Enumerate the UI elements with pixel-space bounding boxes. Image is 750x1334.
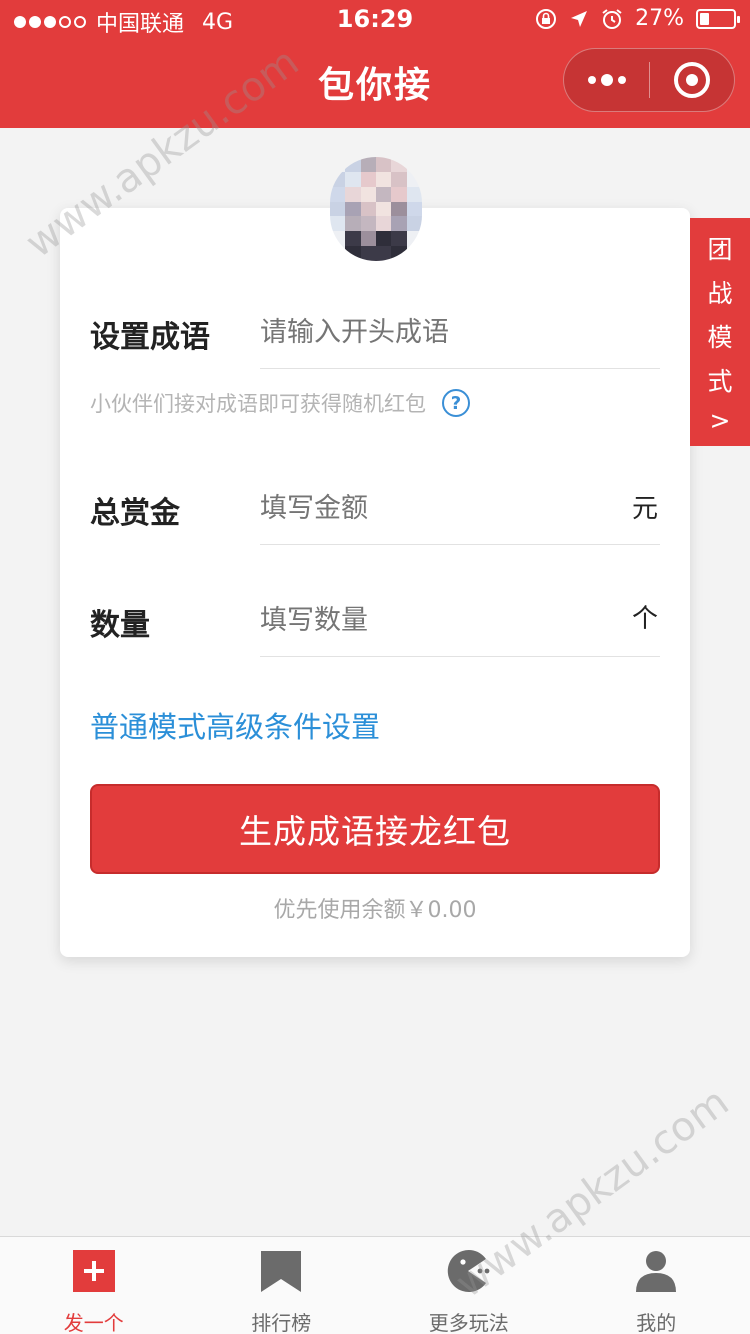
battery-fill [700, 12, 709, 25]
tab-ranking[interactable]: 排行榜 [188, 1237, 376, 1334]
avatar-pixel [360, 201, 376, 217]
tab-profile[interactable]: 我的 [563, 1237, 750, 1334]
count-input[interactable] [260, 600, 600, 640]
team-battle-mode-tab[interactable]: 团战模式 > [690, 218, 750, 446]
location-arrow-icon [571, 10, 588, 27]
mini-program-capsule [563, 48, 735, 112]
avatar-pixel [391, 186, 407, 202]
avatar-pixel [375, 231, 392, 247]
bottom-tab-bar: 发一个 排行榜 更多玩法 我的 [0, 1236, 750, 1334]
avatar-pixel [330, 171, 346, 187]
avatar-pixel [345, 171, 361, 187]
avatar-pixel [406, 201, 422, 217]
user-profile-icon [633, 1249, 679, 1293]
avatar-pixel [330, 201, 346, 217]
help-icon[interactable]: ? [442, 389, 470, 417]
red-packet-form-card: 设置成语 小伙伴们接对成语即可获得随机红包 ? 总赏金 元 数量 个 普通模式高… [60, 208, 690, 957]
generate-red-packet-button[interactable]: 生成成语接龙红包 [90, 784, 660, 874]
advanced-settings-link[interactable]: 普通模式高级条件设置 [90, 704, 380, 746]
avatar-pixel [345, 231, 361, 247]
amount-underline [260, 544, 660, 545]
idiom-hint: 小伙伴们接对成语即可获得随机红包 ? [90, 388, 470, 418]
header: 中国联通 4G 16:29 27% 包你接 [0, 0, 750, 128]
idiom-underline [260, 368, 660, 369]
battery-icon [696, 8, 740, 29]
avatar-pixel [406, 216, 422, 232]
side-tab-char: 模 [707, 322, 733, 352]
avatar-pixel [375, 171, 392, 187]
avatar-pixel [360, 157, 376, 172]
tab-label: 我的 [636, 1311, 677, 1334]
tab-label: 发一个 [63, 1311, 124, 1334]
tab-label: 排行榜 [251, 1311, 312, 1334]
idiom-label: 设置成语 [90, 320, 210, 355]
side-tab-char: > [709, 405, 731, 435]
avatar-pixel [406, 157, 422, 172]
pacman-game-icon [446, 1249, 492, 1293]
count-underline [260, 656, 660, 657]
count-unit: 个 [631, 604, 658, 634]
amount-label: 总赏金 [90, 496, 180, 531]
avatar-pixel [330, 216, 346, 232]
avatar-pixel [330, 157, 346, 172]
idiom-input[interactable] [260, 312, 660, 352]
side-tab-char: 团 [707, 234, 733, 264]
avatar-pixel [360, 186, 376, 202]
count-label: 数量 [90, 608, 150, 643]
avatar-pixel [375, 246, 392, 261]
avatar-pixel [345, 201, 361, 217]
bookmark-icon [258, 1249, 304, 1293]
tab-more-games[interactable]: 更多玩法 [375, 1237, 563, 1334]
tab-send[interactable]: 发一个 [0, 1237, 188, 1334]
avatar [330, 157, 422, 261]
tab-label: 更多玩法 [428, 1311, 509, 1334]
avatar-pixel [360, 246, 376, 261]
avatar-pixel [406, 171, 422, 187]
side-tab-char: 式 [707, 366, 733, 396]
avatar-pixel [375, 157, 392, 172]
avatar-pixel [345, 216, 361, 232]
avatar-pixel [391, 231, 407, 247]
avatar-pixel [360, 231, 376, 247]
avatar-pixel [391, 216, 407, 232]
amount-unit: 元 [631, 494, 658, 524]
idiom-hint-text: 小伙伴们接对成语即可获得随机红包 [90, 392, 426, 416]
balance-text: 优先使用余额￥0.00 [273, 898, 477, 923]
avatar-pixel [406, 186, 422, 202]
battery-percent: 27% [635, 6, 684, 31]
avatar-pixel [375, 186, 392, 202]
avatar-pixel [391, 201, 407, 217]
target-close-icon[interactable] [650, 48, 734, 112]
avatar-pixel [345, 157, 361, 172]
avatar-pixel [360, 171, 376, 187]
avatar-pixel [391, 171, 407, 187]
avatar-pixel [375, 201, 392, 217]
avatar-pixel [330, 186, 346, 202]
plus-square-icon [71, 1249, 117, 1293]
alarm-icon [602, 8, 622, 29]
status-bar: 中国联通 4G 16:29 27% [0, 0, 750, 40]
avatar-pixel [345, 186, 361, 202]
more-dots-icon[interactable] [564, 48, 649, 112]
amount-input[interactable] [260, 488, 600, 528]
avatar-pixel [391, 157, 407, 172]
status-right: 27% [535, 6, 740, 31]
avatar-pixel [375, 216, 392, 232]
rotation-lock-icon [536, 8, 557, 29]
side-tab-char: 战 [707, 278, 733, 308]
avatar-pixel [360, 216, 376, 232]
